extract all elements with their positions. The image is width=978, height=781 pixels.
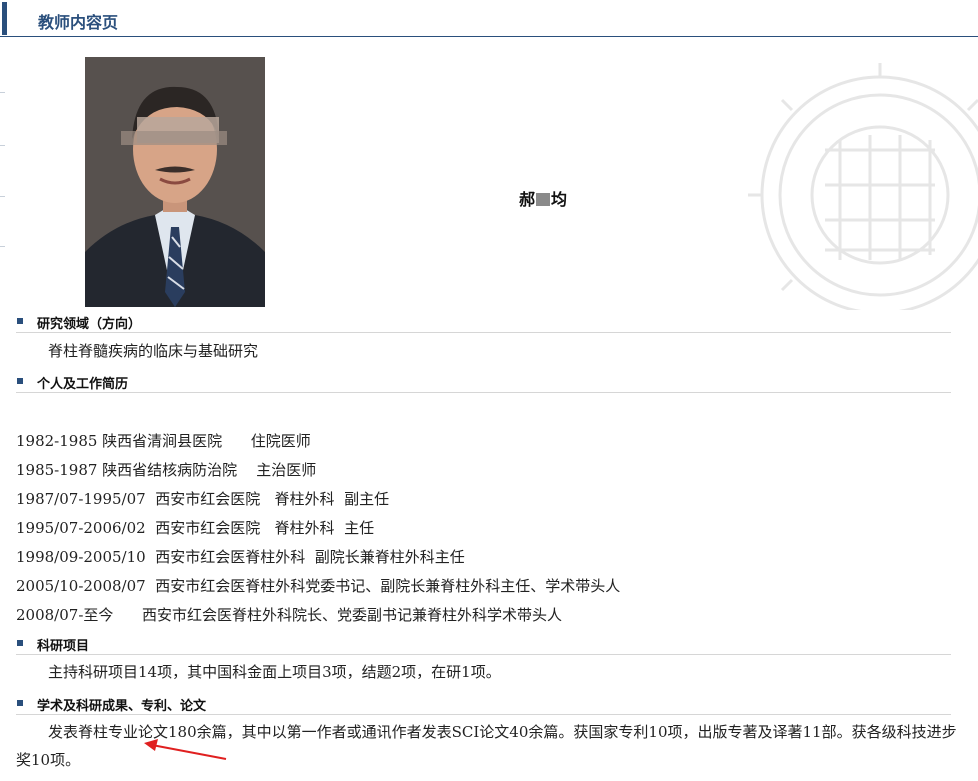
section-research-area: 研究领域（方向） — [16, 312, 951, 333]
section-bullet-icon — [17, 640, 23, 646]
header-accent-bar — [2, 2, 7, 35]
section-bullet-icon — [17, 700, 23, 706]
section-title: 科研项目 — [37, 639, 90, 654]
section-title: 个人及工作简历 — [37, 377, 129, 392]
section-title: 研究领域（方向） — [37, 317, 142, 332]
career-entry: 1995/07-2006/02 西安市红会医院 脊柱外科 主任 — [16, 519, 375, 537]
career-entry: 1998/09-2005/10 西安市红会医脊柱外科 副院长兼脊柱外科主任 — [16, 548, 465, 566]
page-title: 教师内容页 — [38, 13, 119, 32]
teacher-name: 郝均 — [519, 186, 567, 210]
research-area-text: 脊柱脊髓疾病的临床与基础研究 — [48, 342, 259, 360]
section-bullet-icon — [17, 318, 23, 324]
teacher-name-first: 郝 — [519, 190, 536, 209]
page-header: 教师内容页 — [0, 0, 978, 38]
annotation-arrow-icon — [144, 739, 227, 760]
section-achievements: 学术及科研成果、专利、论文 — [16, 694, 951, 715]
section-projects: 科研项目 — [16, 634, 951, 655]
career-entry: 1985-1987 陕西省结核病防治院 主治医师 — [16, 461, 317, 479]
career-entry: 1987/07-1995/07 西安市红会医院 脊柱外科 副主任 — [16, 490, 390, 508]
career-list: 1982-1985 陕西省清涧县医院 住院医师 1985-1987 陕西省结核病… — [16, 427, 620, 630]
header-divider — [0, 36, 978, 37]
career-entry: 2008/07-至今 西安市红会医脊柱外科院长、党委副书记兼脊柱外科学术带头人 — [16, 606, 562, 624]
career-entry: 2005/10-2008/07 西安市红会医脊柱外科党委书记、副院长兼脊柱外科主… — [16, 577, 621, 595]
career-entry: 1982-1985 陕西省清涧县医院 住院医师 — [16, 432, 311, 450]
left-edge-rule — [0, 0, 6, 781]
projects-text: 主持科研项目14项，其中国科金面上项目3项，结题2项，在研1项。 — [48, 663, 501, 681]
teacher-photo — [85, 57, 265, 307]
section-title: 学术及科研成果、专利、论文 — [37, 699, 207, 714]
section-bullet-icon — [17, 378, 23, 384]
teacher-name-last: 均 — [551, 190, 568, 209]
section-career: 个人及工作简历 — [16, 372, 951, 393]
university-seal-watermark — [748, 63, 978, 310]
name-blur-mosaic — [536, 193, 551, 206]
